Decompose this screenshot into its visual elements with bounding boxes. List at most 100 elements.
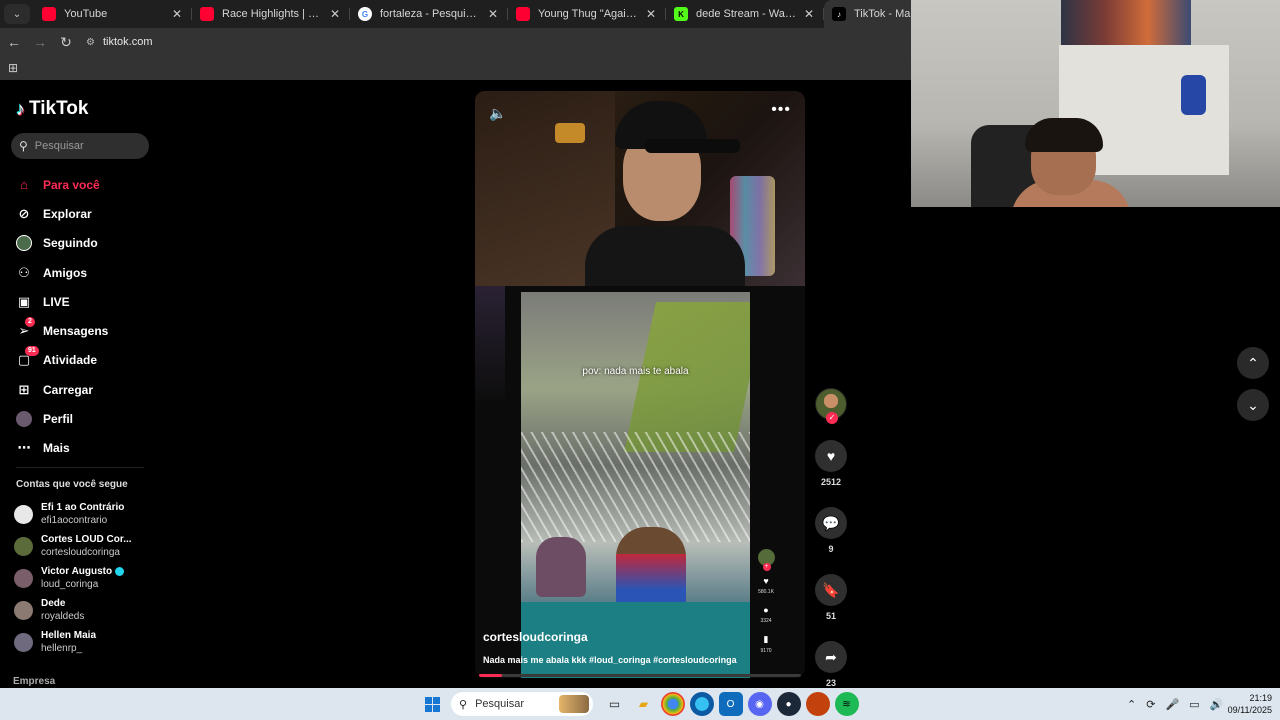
forward-arrow-icon[interactable]: →: [28, 34, 52, 50]
nav-item-mais[interactable]: ⋯ Mais: [16, 434, 108, 463]
tiktok-logo-icon: ♪: [16, 98, 25, 119]
follow-check-icon[interactable]: ✓: [826, 412, 838, 424]
video-player[interactable]: 🔈 ••• pov: nada mais te abala + ♥ 580.1K…: [475, 91, 805, 678]
footer-company-link[interactable]: Empresa: [13, 676, 55, 687]
nav-item-perfil[interactable]: Perfil: [16, 404, 108, 433]
mini-count: 580.1K: [758, 589, 774, 595]
creator-avatar[interactable]: ✓: [815, 388, 847, 424]
close-icon[interactable]: ✕: [328, 7, 342, 21]
edge-icon[interactable]: [689, 692, 714, 716]
share-button[interactable]: ➦: [815, 641, 847, 673]
more-options-icon[interactable]: •••: [771, 101, 791, 119]
next-video-button[interactable]: ⌄: [1237, 389, 1269, 421]
taskbar-clock[interactable]: 21:19 09/11/2025: [1222, 692, 1272, 716]
nav-label: Explorar: [43, 206, 92, 221]
tab-young-thug[interactable]: Young Thug "Again" feat Gucci ✕: [508, 0, 666, 28]
nav-item-live[interactable]: ▣ LIVE: [16, 287, 108, 316]
search-input[interactable]: ⚲ Pesquisar: [11, 133, 149, 159]
close-icon[interactable]: ✕: [486, 7, 500, 21]
messages-badge: 2: [25, 317, 35, 328]
divider: [16, 467, 144, 468]
video-author[interactable]: cortesloudcoringa: [483, 630, 588, 644]
nav-label: Atividade: [43, 353, 98, 368]
tab-title: Race Highlights | 2025 Sao Paulo: [222, 8, 322, 20]
plus-icon: +: [762, 563, 771, 571]
tab-title: dede Stream - Watch Live on Ki: [696, 8, 796, 20]
back-arrow-icon[interactable]: ←: [2, 34, 26, 50]
close-icon[interactable]: ✕: [644, 7, 658, 21]
game-launcher-icon[interactable]: [805, 692, 830, 716]
video-progress-bar[interactable]: [479, 674, 801, 677]
tab-google-search[interactable]: G fortaleza - Pesquisa Google ✕: [350, 0, 508, 28]
task-view-icon[interactable]: ▭: [603, 692, 627, 716]
comment-button[interactable]: 💬: [815, 507, 847, 539]
activity-icon: ▢ 91: [16, 346, 39, 368]
share-icon: ➦: [825, 648, 837, 665]
tab-youtube[interactable]: YouTube ✕: [34, 0, 192, 28]
tab-search-menu-button[interactable]: ⌄: [4, 4, 30, 24]
youtube-icon: [200, 7, 214, 21]
account-name-row: Victor Augusto: [41, 566, 125, 577]
volume-icon[interactable]: 🔈: [489, 105, 506, 122]
account-handle: loud_coringa: [41, 579, 99, 590]
tab-kick-stream[interactable]: K dede Stream - Watch Live on Ki ✕: [666, 0, 824, 28]
previous-video-button[interactable]: ⌃: [1237, 347, 1269, 379]
windows-start-icon[interactable]: [425, 697, 440, 712]
avatar: [14, 536, 33, 556]
file-explorer-icon[interactable]: ▰: [632, 692, 656, 716]
date: 09/11/2025: [1227, 705, 1272, 715]
nav-item-amigos[interactable]: ⚇ Amigos: [16, 258, 108, 287]
search-placeholder: Pesquisar: [34, 140, 84, 152]
close-icon[interactable]: ✕: [170, 7, 184, 21]
overlay-text: pov: nada mais te abala: [582, 366, 689, 377]
more-icon: ⋯: [17, 440, 31, 456]
sync-icon[interactable]: ⟳: [1146, 698, 1155, 711]
following-item[interactable]: Victor Augusto loud_coringa: [14, 562, 132, 594]
heart-icon: ♥: [826, 448, 836, 464]
main-nav: ⌂ Para você ⊘ Explorar Seguindo ⚇ Amigos…: [16, 170, 108, 463]
microphone-icon[interactable]: 🎤: [1165, 698, 1179, 711]
discord-icon[interactable]: ◉: [747, 692, 772, 716]
apps-grid-icon[interactable]: ⊞: [8, 61, 18, 75]
comment-icon: 💬: [822, 514, 840, 531]
account-name: Efi 1 ao Contrário: [41, 502, 125, 513]
tiktok-logo[interactable]: ♪ TikTok: [16, 98, 88, 120]
verified-badge-icon: [115, 567, 125, 576]
following-item[interactable]: Cortes LOUD Cor... cortesloudcoringa: [14, 530, 132, 562]
chevron-up-icon[interactable]: ⌃: [1127, 698, 1136, 711]
following-item[interactable]: Dede royaldeds: [14, 594, 132, 626]
account-handle: efi1aocontrario: [41, 515, 108, 526]
following-item[interactable]: Hellen Maia hellenrp_: [14, 626, 132, 658]
following-item[interactable]: Efi 1 ao Contrário efi1aocontrario: [14, 498, 132, 530]
site-info-icon[interactable]: ⚙: [86, 37, 95, 48]
feed-navigation: ⌃ ⌄: [1237, 347, 1269, 431]
close-icon[interactable]: ✕: [802, 7, 816, 21]
nav-label: Mensagens: [43, 324, 109, 339]
account-handle: royaldeds: [41, 611, 85, 622]
nav-item-explorar[interactable]: ⊘ Explorar: [16, 199, 108, 228]
nav-item-carregar[interactable]: ⊞ Carregar: [16, 375, 108, 404]
nav-label: LIVE: [43, 294, 70, 309]
steam-icon[interactable]: ●: [776, 692, 801, 716]
system-tray: ⌃ ⟳ 🎤 ▭ 🔊: [1122, 688, 1228, 720]
taskbar-search[interactable]: ⚲ Pesquisar: [451, 692, 593, 716]
tab-title: Young Thug "Again" feat Gucci: [538, 8, 638, 20]
like-button[interactable]: ♥: [815, 440, 847, 472]
nav-item-mensagens[interactable]: ➢ 2 Mensagens: [16, 316, 108, 345]
chrome-icon[interactable]: [660, 692, 685, 716]
spotify-icon[interactable]: ≋: [834, 692, 859, 716]
outlook-icon[interactable]: O: [718, 692, 743, 716]
taskbar-search-label: Pesquisar: [475, 698, 524, 710]
display-icon[interactable]: ▭: [1189, 698, 1199, 711]
messages-icon: ➢ 2: [16, 317, 35, 339]
url-field[interactable]: ⚙ tiktok.com: [86, 36, 152, 48]
nav-item-seguindo[interactable]: Seguindo: [16, 229, 108, 258]
streamer-shirt: [585, 226, 745, 286]
nav-item-para-voce[interactable]: ⌂ Para você: [16, 170, 108, 199]
reload-icon[interactable]: ↻: [54, 34, 78, 51]
tiktok-sidebar: ♪ TikTok ⚲ Pesquisar ⌂ Para você ⊘ Explo…: [0, 80, 160, 688]
nav-item-atividade[interactable]: ▢ 91 Atividade: [16, 346, 108, 375]
tab-race-highlights[interactable]: Race Highlights | 2025 Sao Paulo ✕: [192, 0, 350, 28]
account-handle: cortesloudcoringa: [41, 547, 120, 558]
save-button[interactable]: 🔖: [815, 574, 847, 606]
